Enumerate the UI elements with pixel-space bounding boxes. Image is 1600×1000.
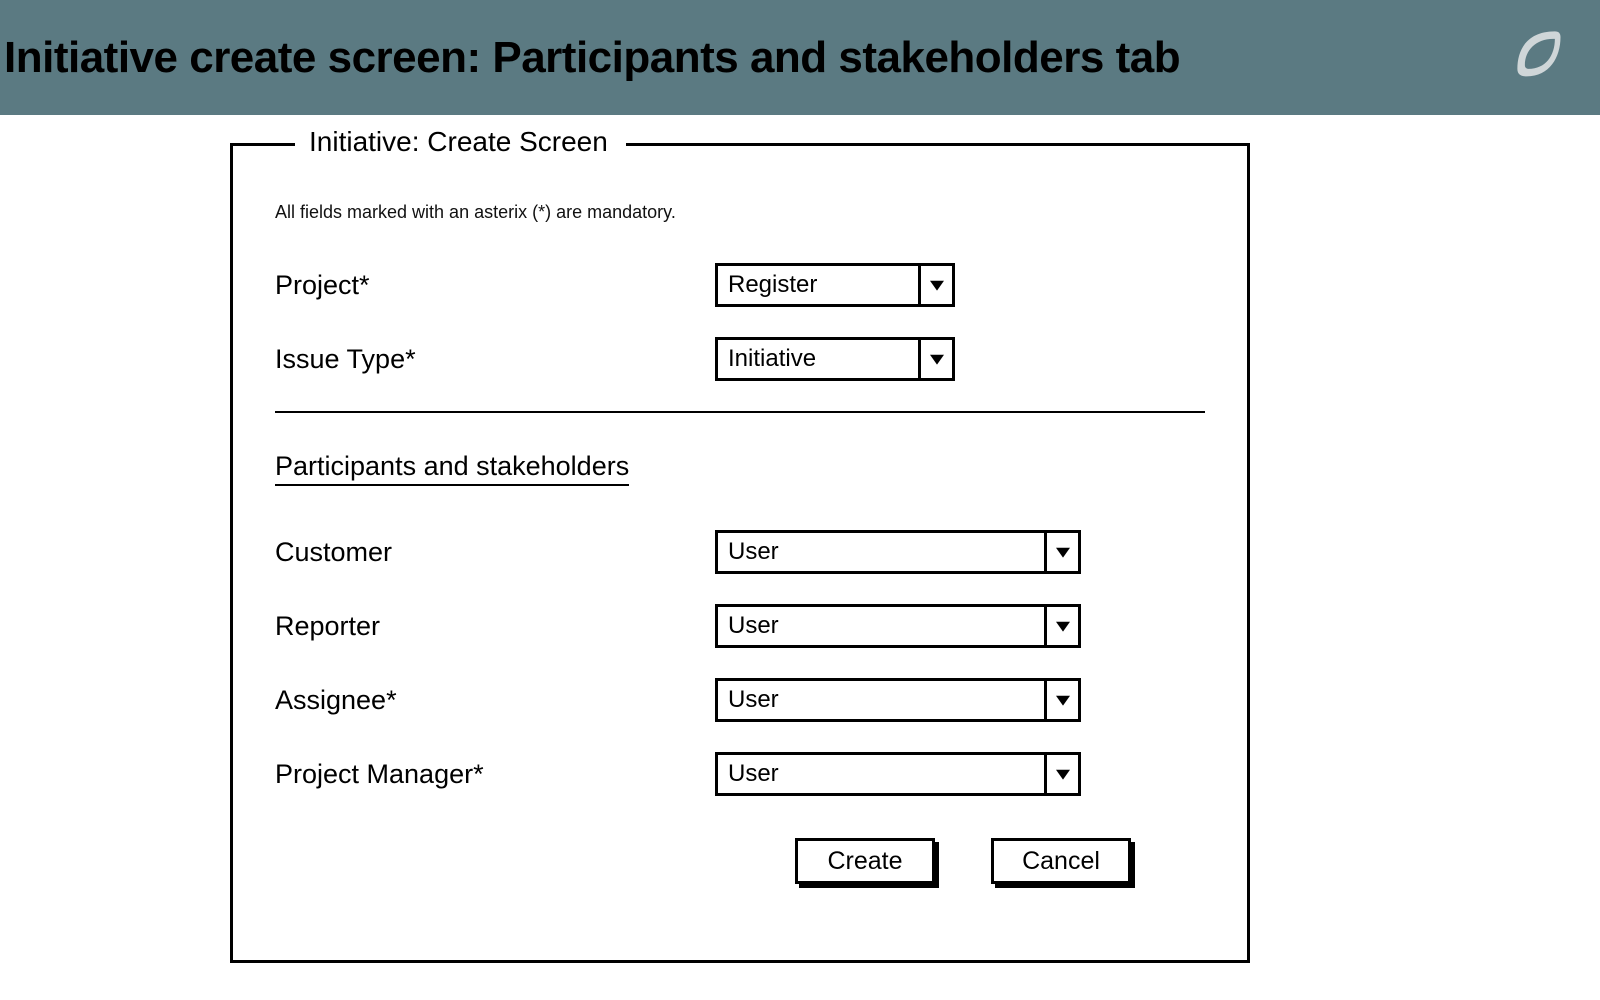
- panel-legend: Initiative: Create Screen: [295, 126, 626, 158]
- field-project-manager: Project Manager* User: [275, 752, 1205, 796]
- field-issue-type: Issue Type* Initiative: [275, 337, 1205, 381]
- combo-reporter[interactable]: User: [715, 604, 1081, 648]
- label-assignee: Assignee*: [275, 685, 715, 716]
- divider: [275, 411, 1205, 413]
- label-customer: Customer: [275, 537, 715, 568]
- chevron-down-icon[interactable]: [1044, 681, 1078, 719]
- chevron-down-icon[interactable]: [1044, 533, 1078, 571]
- combo-customer[interactable]: User: [715, 530, 1081, 574]
- combo-reporter-value: User: [718, 607, 1044, 645]
- combo-project[interactable]: Register: [715, 263, 955, 307]
- combo-project-manager-value: User: [718, 755, 1044, 793]
- chevron-down-icon[interactable]: [1044, 607, 1078, 645]
- mandatory-hint: All fields marked with an asterix (*) ar…: [275, 202, 1205, 223]
- combo-issue-type-value: Initiative: [718, 340, 918, 378]
- leaf-icon: [1508, 22, 1568, 82]
- section-participants-heading: Participants and stakeholders: [275, 451, 629, 486]
- field-project: Project* Register: [275, 263, 1205, 307]
- chevron-down-icon[interactable]: [1044, 755, 1078, 793]
- cancel-button[interactable]: Cancel: [991, 838, 1131, 884]
- combo-project-manager[interactable]: User: [715, 752, 1081, 796]
- label-reporter: Reporter: [275, 611, 715, 642]
- field-customer: Customer User: [275, 530, 1205, 574]
- combo-project-value: Register: [718, 266, 918, 304]
- create-button[interactable]: Create: [795, 838, 935, 884]
- combo-assignee-value: User: [718, 681, 1044, 719]
- field-reporter: Reporter User: [275, 604, 1205, 648]
- combo-assignee[interactable]: User: [715, 678, 1081, 722]
- label-project: Project*: [275, 270, 715, 301]
- label-issue-type: Issue Type*: [275, 344, 715, 375]
- combo-issue-type[interactable]: Initiative: [715, 337, 955, 381]
- canvas: Initiative: Create Screen All fields mar…: [0, 115, 1600, 1000]
- create-screen-panel: Initiative: Create Screen All fields mar…: [230, 143, 1250, 963]
- chevron-down-icon[interactable]: [918, 340, 952, 378]
- field-assignee: Assignee* User: [275, 678, 1205, 722]
- label-project-manager: Project Manager*: [275, 759, 715, 790]
- action-buttons: Create Cancel: [275, 838, 1205, 884]
- slide-title: Initiative create screen: Participants a…: [4, 33, 1180, 83]
- chevron-down-icon[interactable]: [918, 266, 952, 304]
- slide-header: Initiative create screen: Participants a…: [0, 0, 1600, 115]
- combo-customer-value: User: [718, 533, 1044, 571]
